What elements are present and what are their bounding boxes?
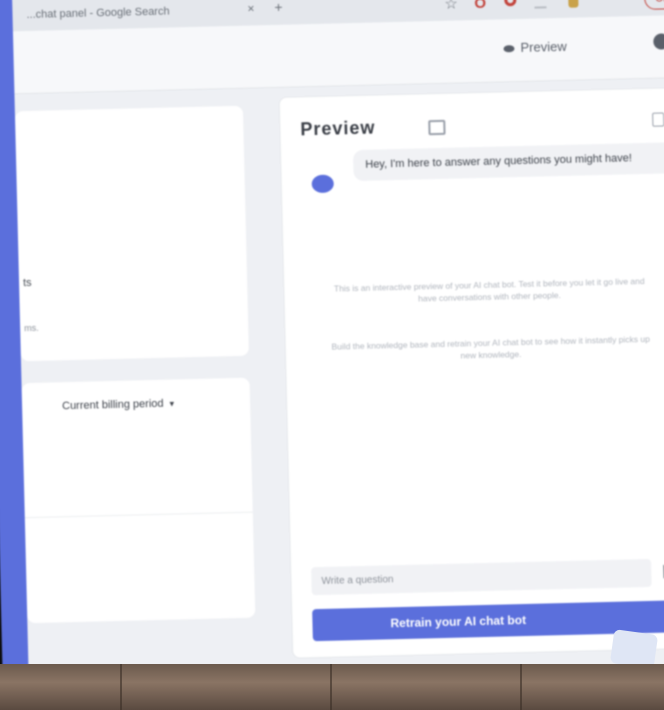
bot-message-bubble: Hey, I'm here to answer any questions yo… [352, 142, 664, 182]
browser-tab-title[interactable]: ...chat panel - Google Search [26, 6, 169, 21]
floor-board-line [520, 664, 522, 710]
preview-info-text: This is an interactive preview of your A… [333, 275, 645, 304]
floor-board-line [330, 664, 332, 710]
copy-icon[interactable] [652, 112, 664, 127]
tab-close-icon[interactable]: × [247, 1, 254, 15]
extension-ring-icon[interactable] [504, 0, 517, 7]
browser-screen: ...chat panel - Google Search × + ☆ O Un… [0, 0, 664, 684]
floor-board-line [120, 664, 122, 710]
window-icon [428, 119, 446, 136]
profile-button[interactable]: Unc [644, 0, 664, 10]
help-icon[interactable] [653, 33, 664, 50]
settings-text-fragment: ts [22, 276, 32, 290]
background-floor [0, 664, 664, 710]
bookmark-star-icon[interactable]: ☆ [444, 0, 458, 13]
chat-launcher-icon[interactable] [609, 629, 659, 669]
panel-title: Preview [300, 117, 376, 140]
extension-menu-icon[interactable] [534, 0, 547, 9]
question-input[interactable] [311, 558, 652, 596]
opera-extension-icon[interactable]: O [474, 0, 486, 12]
settings-subtext-fragment: ms. [24, 322, 39, 334]
retrain-info-text: Build the knowledge base and retrain you… [331, 333, 650, 361]
preview-button-label: Preview [520, 38, 567, 55]
preview-button[interactable]: Preview [503, 39, 567, 56]
card-divider [24, 511, 253, 519]
extension-puzzle-icon[interactable] [568, 0, 579, 8]
chevron-down-icon: ▾ [169, 398, 175, 409]
retrain-button[interactable]: Retrain your AI chat bot [312, 599, 664, 642]
usage-card: Current billing period ▾ [21, 377, 256, 624]
eye-icon [503, 45, 515, 53]
new-tab-icon[interactable]: + [274, 0, 283, 15]
preview-panel: Preview Hey, I'm here to answer any ques… [278, 86, 664, 659]
settings-card: ts ms. [14, 105, 249, 362]
billing-period-select[interactable]: Current billing period ▾ [61, 397, 175, 413]
bot-avatar [311, 174, 334, 194]
billing-period-value: Current billing period [61, 397, 164, 413]
